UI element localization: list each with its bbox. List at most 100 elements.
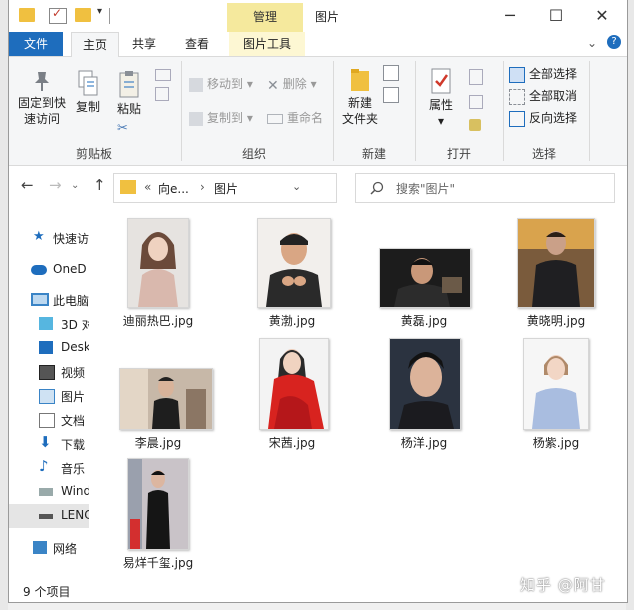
file-item[interactable]: 黄晓明.jpg [503, 216, 609, 334]
network-icon [33, 541, 47, 554]
move-to-label: 移动到 [207, 77, 244, 91]
edit-icon[interactable] [469, 95, 483, 109]
nav-label: OneD [53, 262, 87, 276]
tab-home[interactable]: 主页 [71, 32, 119, 57]
folder-icon[interactable] [19, 8, 35, 22]
customize-quick-access-icon[interactable]: ▾ [97, 6, 102, 17]
tab-view[interactable]: 查看 [175, 32, 219, 56]
pictures-icon [39, 389, 55, 404]
delete-button[interactable]: ✕ 删除 ▾ [267, 75, 317, 94]
window-title: 图片 [315, 10, 340, 24]
easy-access-icon[interactable] [383, 87, 399, 103]
open-icon[interactable] [469, 69, 483, 85]
new-item-icon[interactable] [383, 65, 399, 81]
help-icon[interactable]: ? [607, 35, 621, 49]
address-separator[interactable]: › [200, 180, 205, 194]
close-button[interactable]: ✕ [579, 2, 625, 30]
rename-button[interactable]: 重命名 [267, 109, 323, 126]
tab-share[interactable]: 共享 [123, 32, 165, 56]
file-item[interactable]: 黄磊.jpg [371, 216, 477, 334]
address-parent[interactable]: 向e... [158, 180, 189, 197]
file-name: 易烊千玺.jpg [122, 556, 194, 570]
file-item[interactable]: 黄渤.jpg [239, 216, 345, 334]
cut-icon[interactable]: ✂ [117, 121, 128, 136]
nav-item-music[interactable]: ♪ 音乐 [9, 456, 89, 480]
nav-item-desktop[interactable]: Desk [9, 336, 89, 360]
tab-picture-tools[interactable]: 图片工具 [229, 32, 305, 56]
manage-context-tab[interactable]: 管理 [227, 3, 303, 32]
navigation-pane: ★ 快速访 OneD 此电脑 3D 对 Desk 视频 图片 文档 ⬇ 下载 ♪… [9, 208, 89, 580]
address-bar[interactable]: « 向e... › 图片 ⌄ ↻ [113, 173, 434, 203]
delete-label: 删除 [282, 77, 307, 91]
nav-item-windows-drive[interactable]: Wind [9, 480, 89, 504]
copy-label: 复制 [75, 100, 100, 114]
image-thumbnail [523, 338, 589, 430]
file-item[interactable]: 杨紫.jpg [503, 336, 609, 454]
tab-file[interactable]: 文件 [9, 32, 63, 56]
collapse-ribbon-icon[interactable]: ⌄ [587, 36, 597, 50]
new-folder-quick-icon[interactable] [75, 8, 91, 22]
nav-item-pictures[interactable]: 图片 [9, 384, 89, 408]
file-list: 迪丽热巴.jpg 黄渤.jpg 黄磊.jpg 黄晓明.jpg 李晨.jpg 宋茜… [91, 208, 627, 580]
image-thumbnail [517, 218, 595, 308]
recent-locations-icon[interactable]: ⌄ [71, 180, 79, 191]
file-name: 杨紫.jpg [532, 436, 580, 450]
new-folder-button[interactable]: 新建 文件夹 [335, 67, 385, 127]
nav-item-quick-access[interactable]: ★ 快速访 [9, 226, 89, 250]
new-folder-label-2: 文件夹 [341, 112, 378, 126]
move-to-button[interactable]: 移动到 ▾ [189, 75, 253, 92]
paste-button[interactable]: 粘贴 [113, 69, 145, 117]
desktop-icon [39, 341, 53, 354]
file-name: 黄磊.jpg [400, 314, 448, 328]
file-item[interactable]: 易烊千玺.jpg [105, 456, 211, 574]
address-current[interactable]: 图片 [214, 180, 238, 197]
file-item[interactable]: 杨洋.jpg [371, 336, 477, 454]
select-all-button[interactable]: 全部选择 [509, 65, 577, 83]
copy-button[interactable]: 复制 [73, 69, 103, 115]
properties-button[interactable]: 属性 ▾ [421, 67, 461, 129]
file-name: 杨洋.jpg [400, 436, 448, 450]
image-thumbnail [389, 338, 461, 430]
image-thumbnail [259, 338, 329, 430]
documents-icon [39, 413, 55, 428]
drive-icon [39, 488, 53, 496]
nav-item-downloads[interactable]: ⬇ 下载 [9, 432, 89, 456]
invert-selection-button[interactable]: 反向选择 [509, 109, 577, 127]
group-clipboard-label: 剪贴板 [75, 147, 112, 161]
history-icon[interactable] [469, 119, 481, 131]
file-item[interactable]: 李晨.jpg [105, 336, 213, 454]
new-folder-label-1: 新建 [347, 96, 372, 110]
maximize-button[interactable]: ☐ [533, 2, 579, 30]
paste-shortcut-icon[interactable] [155, 87, 169, 101]
up-arrow-icon[interactable]: ↑ [93, 176, 106, 194]
nav-item-3d-objects[interactable]: 3D 对 [9, 312, 89, 336]
divider [503, 61, 504, 161]
select-none-button[interactable]: 全部取消 [509, 87, 577, 105]
forward-arrow-icon[interactable]: → [49, 176, 62, 194]
copy-path-icon[interactable] [155, 69, 171, 81]
pin-quick-access-button[interactable]: 固定到快 速访问 [13, 69, 71, 127]
invert-selection-icon [509, 110, 525, 127]
properties-quick-icon[interactable] [49, 6, 67, 24]
group-open-label: 打开 [446, 147, 471, 161]
nav-item-onedrive[interactable]: OneD [9, 258, 89, 282]
minimize-button[interactable]: ─ [487, 2, 533, 30]
search-input[interactable]: 搜索"图片" [396, 180, 455, 197]
copy-to-label: 复制到 [207, 111, 244, 125]
image-thumbnail [119, 368, 213, 430]
file-item[interactable]: 迪丽热巴.jpg [105, 216, 211, 334]
address-dropdown-icon[interactable]: ⌄ [292, 180, 301, 193]
nav-item-lenovo-drive[interactable]: LENC [9, 504, 89, 528]
file-item[interactable]: 宋茜.jpg [239, 336, 345, 454]
copy-to-button[interactable]: 复制到 ▾ [189, 109, 253, 126]
nav-item-videos[interactable]: 视频 [9, 360, 89, 384]
nav-item-this-pc[interactable]: 此电脑 [9, 288, 89, 312]
ribbon: 固定到快 速访问 复制 粘贴 ✂ 剪贴板 移动到 ▾ 复制到 ▾ ✕ 删除 ▾ 重… [9, 57, 627, 166]
search-box[interactable]: 搜索"图片" [355, 173, 615, 203]
title-bar: ▾ 管理 图片 ─ ☐ ✕ [9, 0, 627, 32]
back-arrow-icon[interactable]: ← [21, 176, 34, 194]
nav-label: 3D 对 [61, 318, 89, 332]
nav-item-documents[interactable]: 文档 [9, 408, 89, 432]
nav-item-network[interactable]: 网络 [9, 536, 89, 560]
new-folder-icon [351, 69, 369, 91]
